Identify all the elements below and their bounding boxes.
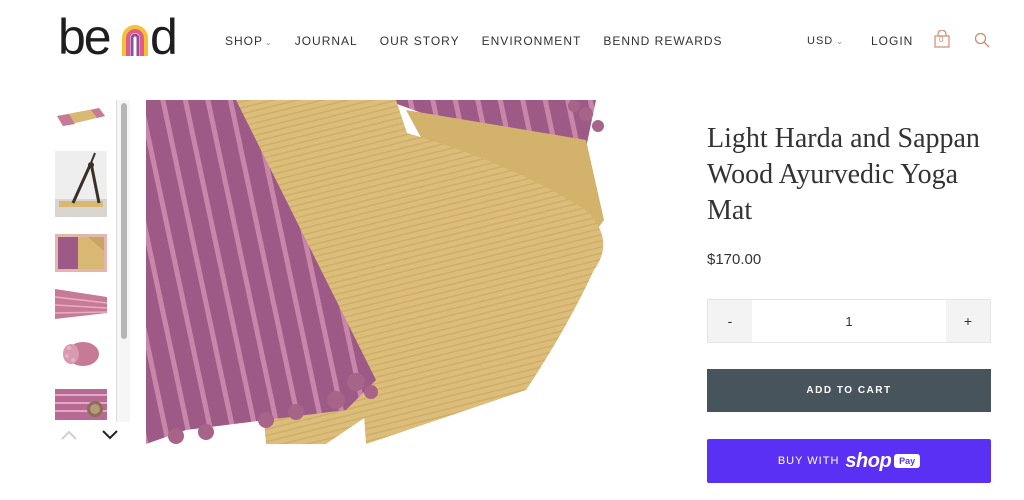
quantity-increase-button[interactable]: + [946,300,990,342]
thumbnail-scrollbar[interactable] [116,100,130,422]
main-product-image[interactable] [146,100,604,444]
currency-selector[interactable]: USD ⌄ [807,35,844,47]
add-to-cart-button[interactable]: ADD TO CART [707,369,991,412]
shopping-bag-icon[interactable]: 0 [934,29,950,48]
nav-journal[interactable]: JOURNAL [295,34,358,48]
quantity-decrease-button[interactable]: - [708,300,752,342]
chevron-up-icon[interactable] [60,428,78,442]
thumbnail-5[interactable] [55,332,107,376]
chevron-down-icon: ⌄ [836,37,844,46]
thumbnail-gallery [55,100,110,420]
thumbnail-4[interactable] [55,283,107,327]
quantity-stepper: - + [707,299,991,343]
login-link[interactable]: LOGIN [871,34,913,48]
pay-badge: Pay [894,454,921,468]
bend-logo[interactable]: be d [58,12,188,62]
thumbnail-2[interactable] [55,151,107,217]
svg-text:d: d [150,12,178,62]
chevron-down-icon[interactable] [101,428,119,442]
product-title: Light Harda and Sappan Wood Ayurvedic Yo… [707,123,980,226]
chevron-down-icon: ⌄ [265,38,273,47]
shop-logo-text: shop [845,449,892,472]
site-header: be d SHOP ⌄ JOURNAL OUR STORY ENVIRONMENT… [0,0,1024,84]
main-nav: SHOP ⌄ JOURNAL OUR STORY ENVIRONMENT BENN… [225,34,745,48]
scrollbar-thumb[interactable] [121,103,127,339]
buy-with-label: BUY WITH [777,455,840,467]
buy-with-shop-pay-button[interactable]: BUY WITH shop Pay [707,439,991,483]
svg-text:be: be [58,12,110,62]
nav-environment[interactable]: ENVIRONMENT [482,34,582,48]
nav-shop[interactable]: SHOP ⌄ [225,34,273,48]
thumbnail-1[interactable] [55,102,107,147]
thumbnail-3[interactable] [55,234,107,272]
search-icon[interactable] [974,32,990,48]
thumbnail-6[interactable] [55,389,107,420]
nav-bennd-rewards[interactable]: BENND REWARDS [603,34,722,48]
cart-count: 0 [939,35,944,44]
product-price: $170.00 [707,251,762,268]
quantity-input[interactable] [752,300,946,342]
nav-our-story[interactable]: OUR STORY [380,34,460,48]
